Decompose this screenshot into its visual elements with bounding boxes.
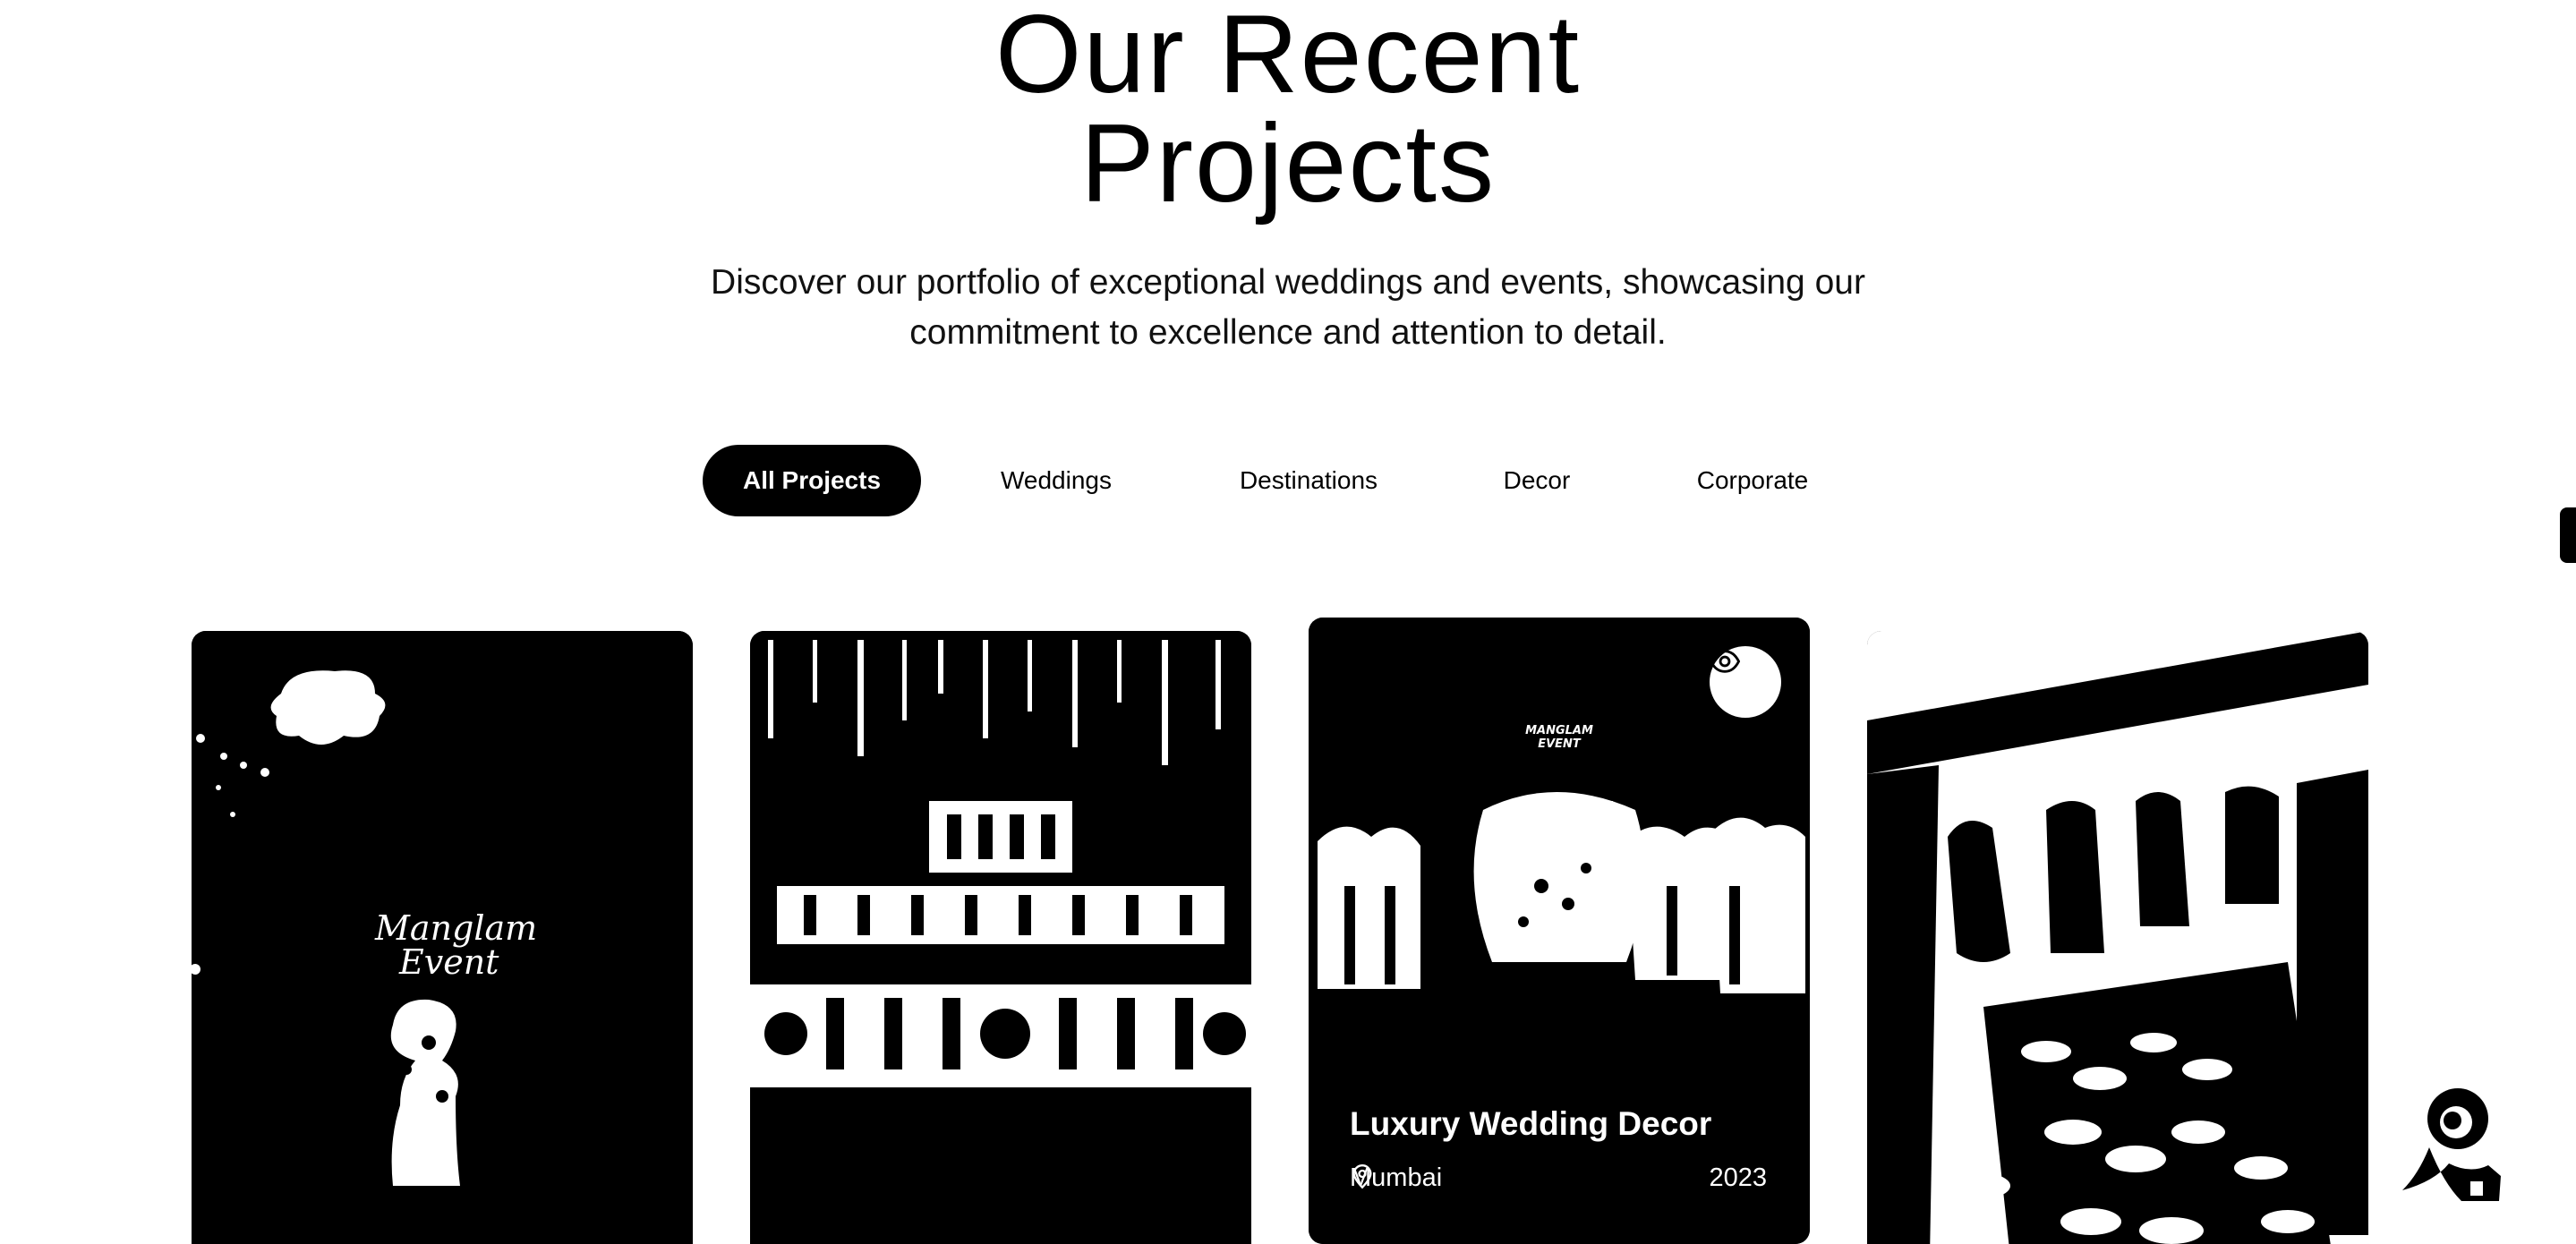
project-card-image [1867, 631, 2368, 1244]
eye-icon [1710, 650, 1740, 673]
section-subtitle-line2: commitment to excellence and attention t… [909, 313, 1667, 352]
filter-destinations[interactable]: Destinations [1208, 445, 1409, 516]
project-card[interactable]: Manglam Event [192, 631, 693, 1244]
location-pin-icon [1352, 1164, 1372, 1189]
card-logo-line1: MANGLAM [1525, 724, 1593, 737]
view-project-button[interactable] [1710, 646, 1781, 718]
section-title-line2: Projects [1080, 102, 1496, 226]
section-subtitle: Discover our portfolio of exceptional we… [0, 258, 2576, 358]
project-card[interactable] [1867, 631, 2368, 1244]
chat-assistant-icon [2402, 1088, 2501, 1201]
project-year: 2023 [1709, 1163, 1767, 1192]
project-card-featured[interactable]: MANGLAM EVENT Luxury Wedding Decor Mumba… [1309, 618, 1810, 1244]
card-logo-line2: Event [398, 942, 499, 982]
filter-weddings[interactable]: Weddings [976, 445, 1137, 516]
project-location: Mumbai [1350, 1163, 1442, 1193]
project-card[interactable] [750, 631, 1251, 1244]
project-filter-tabs: All Projects Weddings Destinations Decor… [0, 445, 2576, 516]
projects-page: Our Recent Projects Discover our portfol… [0, 0, 2576, 1244]
filter-corporate[interactable]: Corporate [1674, 445, 1831, 516]
side-drawer-tab[interactable] [2560, 507, 2576, 563]
section-subtitle-line1: Discover our portfolio of exceptional we… [711, 263, 1865, 302]
section-title-line1: Our Recent [994, 0, 1582, 116]
section-title: Our Recent Projects [0, 0, 2576, 226]
project-title: Luxury Wedding Decor [1350, 1105, 1712, 1142]
filter-decor[interactable]: Decor [1486, 445, 1588, 516]
chat-assistant-button[interactable] [2399, 1076, 2506, 1210]
filter-all-projects[interactable]: All Projects [703, 445, 921, 516]
project-card-image: Manglam Event [192, 631, 693, 1244]
project-card-image [750, 631, 1251, 1244]
card-logo-line2: EVENT [1538, 737, 1582, 751]
